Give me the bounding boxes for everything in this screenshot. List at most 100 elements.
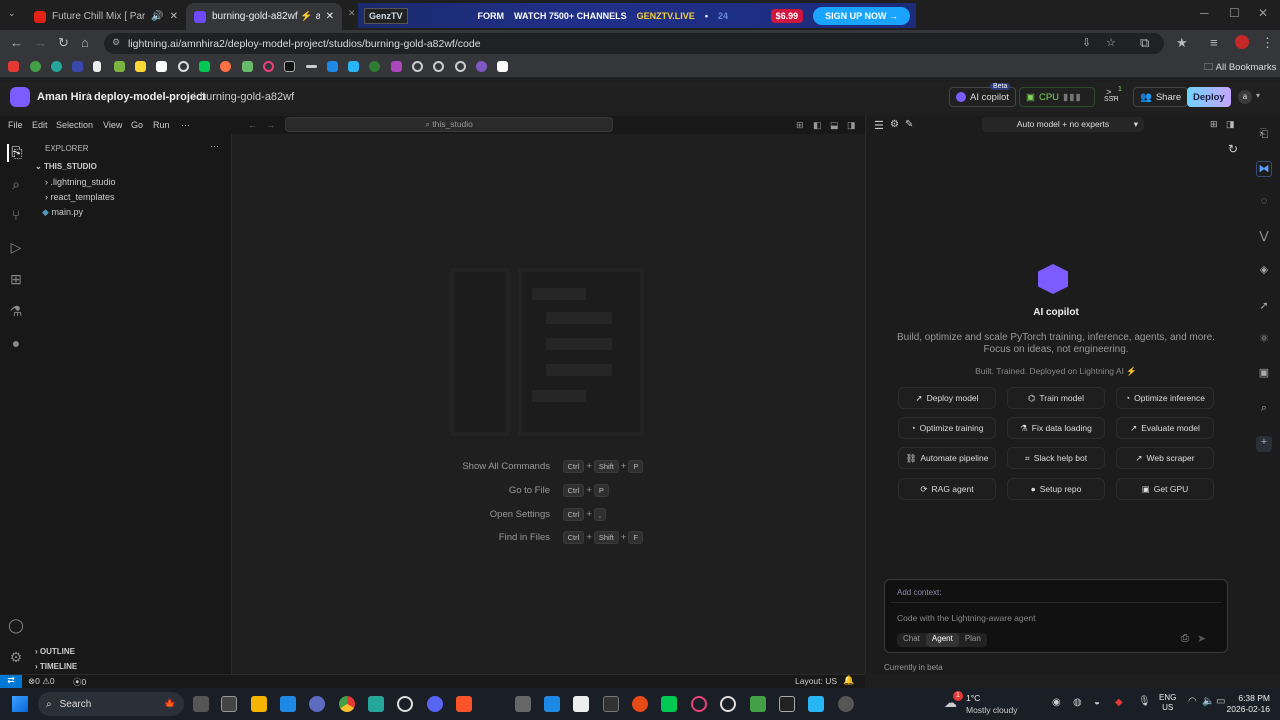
taskbar-app-icon[interactable] — [750, 696, 766, 712]
taskbar-app-icon[interactable] — [632, 696, 648, 712]
file-upload-icon[interactable]: ⎗ — [1256, 128, 1272, 144]
outline-section[interactable]: › OUTLINE — [35, 647, 75, 656]
attach-icon[interactable]: ⎙ — [1181, 633, 1189, 644]
all-bookmarks-button[interactable]: 🗀 All Bookmarks — [1204, 60, 1276, 76]
terminal-app-icon[interactable] — [603, 696, 619, 712]
refresh-icon[interactable]: ↻ — [1228, 142, 1238, 156]
bookmark-icon[interactable] — [306, 65, 317, 68]
chip-evaluate-model[interactable]: ↗ Evaluate model — [1116, 417, 1214, 439]
site-info-icon[interactable]: ⚙ — [112, 37, 120, 48]
volume-icon[interactable]: 🔈 — [1202, 696, 1214, 707]
command-search-input[interactable]: ⌕ this_studio — [285, 117, 613, 132]
store-icon[interactable] — [280, 696, 296, 712]
atom-icon[interactable]: ⚛ — [1256, 332, 1272, 348]
manage-gear-icon[interactable]: ⚙ — [7, 649, 25, 667]
more-actions-icon[interactable]: ··· — [210, 141, 219, 151]
chip-icon[interactable]: ▣ — [1256, 366, 1272, 382]
taskbar-app-icon[interactable] — [808, 696, 824, 712]
tree-folder[interactable]: › .lightning_studio — [45, 177, 116, 187]
edge-icon[interactable] — [368, 696, 384, 712]
chrome-menu-icon[interactable]: ⋮ — [1261, 35, 1274, 51]
ad-signup-button[interactable]: SIGN UP NOW → — [813, 6, 910, 25]
tray-app-icon[interactable]: ◆ — [1115, 697, 1123, 708]
layers-icon[interactable]: ◈ — [1256, 263, 1272, 279]
nav-back-icon[interactable]: ← — [248, 120, 257, 130]
tree-root[interactable]: ⌄ THIS_STUDIO — [35, 162, 97, 171]
discord-icon[interactable] — [427, 696, 443, 712]
problems-indicator[interactable]: ⊗0 ⚠0 — [28, 676, 55, 687]
close-window-icon[interactable]: ✕ — [1258, 6, 1268, 20]
model-select[interactable]: Auto model + no experts ▾ — [982, 117, 1144, 132]
bookmark-icon[interactable] — [476, 61, 487, 72]
tab-lightning[interactable]: burning-gold-a82wf ⚡ amnhir ✕ — [186, 3, 342, 30]
customize-layout-icon[interactable]: ⊞ — [796, 120, 804, 131]
run-debug-icon[interactable]: ▷ — [7, 239, 25, 257]
bookmark-icon[interactable] — [30, 61, 41, 72]
settings-icon[interactable]: ⚙ — [890, 119, 899, 130]
github-icon[interactable]: ● — [7, 335, 25, 353]
add-context-label[interactable]: Add context: — [897, 588, 941, 597]
new-chat-icon[interactable]: ✎ — [905, 119, 913, 130]
bookmark-icon[interactable] — [433, 61, 444, 72]
ports-indicator[interactable]: ⦿0 — [73, 676, 86, 688]
bookmark-icon[interactable] — [391, 61, 402, 72]
chat-input[interactable]: Code with the Lightning-aware agent — [897, 613, 1035, 623]
lightning-logo-icon[interactable] — [10, 87, 30, 107]
taskbar-app-icon[interactable] — [838, 696, 854, 712]
ad-banner[interactable]: GenzTV FORM WATCH 7500+ CHANNELS GENZTV.… — [358, 3, 916, 28]
source-control-icon[interactable]: ⑂ — [7, 207, 25, 225]
send-icon[interactable]: ➤ — [1197, 632, 1206, 645]
taskbar-app-icon[interactable] — [661, 696, 677, 712]
grid-view-icon[interactable]: ⊞ — [1210, 119, 1218, 130]
mode-chat[interactable]: Chat — [897, 633, 926, 647]
bookmark-icon[interactable] — [412, 61, 423, 72]
chip-optimize-inference[interactable]: ◔ Optimize inference — [1116, 387, 1214, 409]
bookmark-icon[interactable] — [263, 61, 274, 72]
mode-agent[interactable]: Agent — [925, 633, 959, 647]
rocket-icon[interactable]: ➚ — [1256, 299, 1272, 315]
tab-search-chevron-icon[interactable]: ⌄ — [8, 8, 16, 19]
close-tab-icon[interactable]: ✕ — [348, 8, 356, 19]
bookmark-icon[interactable] — [284, 61, 295, 72]
breadcrumb-studio[interactable]: burning-gold-a82wf — [200, 91, 294, 103]
zoom-icon[interactable]: ⌕ — [1256, 402, 1272, 418]
bookmark-icon[interactable] — [72, 61, 83, 72]
file-explorer-icon[interactable] — [251, 696, 267, 712]
url-input[interactable]: ⚙ lightning.ai/amnhira2/deploy-model-pro… — [104, 33, 1164, 54]
chip-train-model[interactable]: ⌬ Train model — [1007, 387, 1105, 409]
windows-start-icon[interactable] — [12, 696, 28, 712]
tray-app-icon[interactable]: ◒ — [1094, 697, 1100, 708]
bookmark-icon[interactable] — [199, 61, 210, 72]
bookmark-icon[interactable] — [455, 61, 466, 72]
breadcrumb-user[interactable]: Aman Hira — [37, 91, 92, 103]
close-tab-icon[interactable]: ✕ — [170, 11, 178, 22]
extensions-icon[interactable]: ⊞ — [7, 271, 25, 289]
taskbar-app-icon[interactable] — [720, 696, 736, 712]
bookmark-icon[interactable] — [114, 61, 125, 72]
menu-go[interactable]: Go — [131, 120, 143, 130]
breadcrumb-project[interactable]: deploy-model-project — [94, 91, 206, 103]
vscode-icon[interactable]: ⧓ — [1256, 161, 1272, 177]
nav-forward-icon[interactable]: → — [266, 120, 275, 130]
bookmarks-star-icon[interactable]: ★ — [1176, 35, 1188, 51]
chip-setup-repo[interactable]: ● Setup repo — [1007, 478, 1105, 500]
chip-slack-help-bot[interactable]: ⌗ Slack help bot — [1007, 447, 1105, 469]
keyboard-layout[interactable]: Layout: US — [795, 676, 837, 686]
bookmark-star-icon[interactable]: ☆ — [1106, 36, 1116, 49]
settings-app-icon[interactable] — [309, 696, 325, 712]
reload-icon[interactable]: ↻ — [58, 35, 69, 51]
weather-temp[interactable]: 1°C — [966, 693, 980, 703]
notifications-bell-icon[interactable]: 🔔 — [843, 675, 854, 686]
bookmark-icon[interactable] — [369, 61, 380, 72]
maximize-icon[interactable]: ☐ — [1229, 6, 1240, 20]
weather-desc[interactable]: Mostly cloudy — [966, 705, 1018, 715]
menu-view[interactable]: View — [103, 120, 122, 130]
bookmark-icon[interactable] — [93, 61, 101, 72]
panel-toggle-icon[interactable]: ◨ — [1226, 119, 1235, 130]
menu-edit[interactable]: Edit — [32, 120, 48, 130]
input-language[interactable]: ENG US — [1159, 693, 1176, 713]
chip-optimize-training[interactable]: ◔ Optimize training — [898, 417, 996, 439]
menu-more[interactable]: ··· — [181, 120, 190, 130]
ai-copilot-button[interactable]: AI copilot — [949, 87, 1017, 107]
bookmark-icon[interactable] — [51, 61, 62, 72]
